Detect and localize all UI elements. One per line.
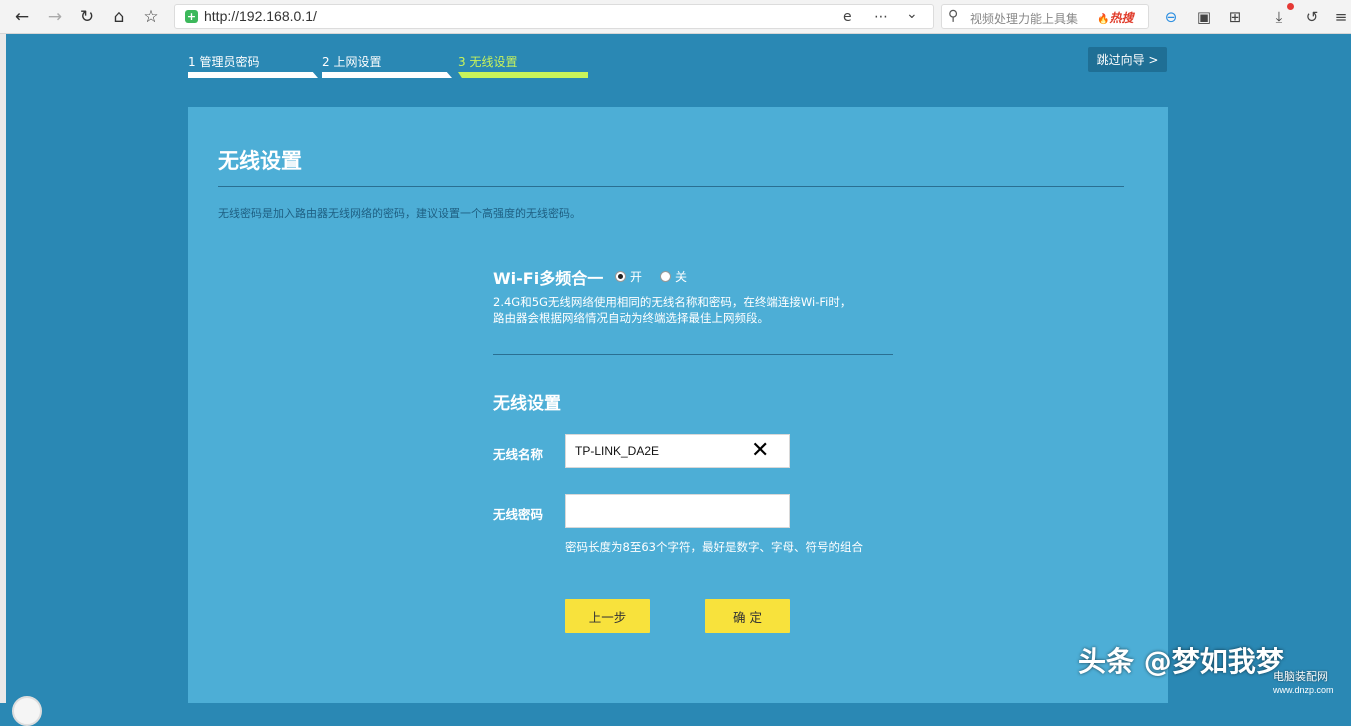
divider (218, 186, 1124, 187)
wireless-name-input[interactable]: TP-LINK_DA2E ✕ (565, 434, 790, 468)
confirm-button[interactable]: 确 定 (705, 599, 790, 633)
watermark-text: 头条 @梦如我梦 (1078, 645, 1284, 678)
clear-icon[interactable]: ✕ (751, 439, 769, 463)
extension-icon[interactable]: ⊖ (1161, 7, 1181, 27)
wifi-merge-title: Wi-Fi多频合一 (493, 269, 604, 288)
search-icon: ⚲ (948, 8, 959, 24)
page-description: 无线密码是加入路由器无线网络的密码，建议设置一个高强度的无线密码。 (218, 207, 581, 220)
wireless-name-label: 无线名称 (493, 447, 544, 462)
step-progress-bar (188, 72, 318, 78)
browser-toolbar: ← → ↻ ⌂ ☆ + http://192.168.0.1/ e ⋯ ⌄ ⚲ … (0, 0, 1351, 34)
floating-circle-button[interactable] (12, 696, 42, 726)
chevron-down-icon[interactable]: ⌄ (906, 6, 918, 22)
wireless-password-input[interactable] (565, 494, 790, 528)
watermark-site-url: www.dnzp.com (1273, 685, 1334, 695)
home-icon[interactable]: ⌂ (109, 7, 129, 27)
wireless-section-title: 无线设置 (493, 394, 561, 414)
menu-icon[interactable]: ≡ (1331, 7, 1351, 27)
wifi-merge-off-radio[interactable]: 关 (660, 268, 687, 285)
apps-icon[interactable]: ⊞ (1225, 7, 1245, 27)
fire-icon: 🔥 (1097, 14, 1110, 25)
settings-panel: 无线设置 无线密码是加入路由器无线网络的密码，建议设置一个高强度的无线密码。 W… (188, 107, 1168, 703)
page-title: 无线设置 (218, 149, 302, 173)
step-admin-password: 1 管理员密码 (188, 53, 321, 79)
hot-search-text: 热搜 (1109, 11, 1134, 25)
previous-step-button[interactable]: 上一步 (565, 599, 650, 633)
favorite-icon[interactable]: ☆ (141, 7, 161, 27)
radio-label-on: 开 (630, 270, 643, 284)
step-label: 1 管理员密码 (188, 55, 260, 69)
back-icon[interactable]: ← (12, 7, 32, 27)
wireless-name-value[interactable]: TP-LINK_DA2E (575, 444, 659, 458)
radio-label-off: 关 (675, 270, 688, 284)
divider (493, 354, 893, 355)
step-progress-bar (458, 72, 588, 78)
notification-dot (1287, 3, 1294, 10)
reader-icon[interactable]: ▣ (1194, 7, 1214, 27)
forward-icon[interactable]: → (45, 7, 65, 27)
wifi-merge-desc-line1: 2.4G和5G无线网络使用相同的无线名称和密码，在终端连接Wi-Fi时， (493, 295, 852, 309)
hot-search-label[interactable]: 🔥热搜 (1097, 9, 1133, 26)
radio-checked-icon[interactable] (615, 271, 626, 282)
step-internet-settings: 2 上网设置 (322, 53, 455, 79)
wifi-merge-desc-line2: 路由器会根据网络情况自动为终端选择最佳上网频段。 (493, 311, 769, 325)
more-icon[interactable]: ⋯ (874, 9, 888, 25)
step-label: 2 上网设置 (322, 55, 382, 69)
wifi-merge-description: 2.4G和5G无线网络使用相同的无线名称和密码，在终端连接Wi-Fi时， 路由器… (493, 294, 851, 326)
search-box[interactable]: ⚲ 视频处理力能上具集 🔥热搜 (941, 4, 1149, 29)
download-icon[interactable]: ⤓ (1269, 7, 1289, 27)
watermark-site-name: 电脑装配网 (1273, 670, 1328, 683)
search-input[interactable]: 视频处理力能上具集 (970, 10, 1078, 27)
wifi-merge-on-radio[interactable]: 开 (615, 268, 642, 285)
secure-shield-icon: + (185, 10, 198, 23)
step-progress-bar (322, 72, 452, 78)
reload-icon[interactable]: ↻ (77, 7, 97, 27)
skip-wizard-button[interactable]: 跳过向导 > (1088, 47, 1167, 72)
undo-icon[interactable]: ↺ (1302, 7, 1322, 27)
left-scroll-edge (0, 34, 6, 703)
step-wireless-settings: 3 无线设置 (458, 53, 591, 79)
address-text[interactable]: http://192.168.0.1/ (204, 8, 317, 24)
compat-mode-icon[interactable]: e (843, 9, 852, 25)
address-bar[interactable]: + http://192.168.0.1/ e ⋯ ⌄ (174, 4, 934, 29)
radio-unchecked-icon[interactable] (660, 271, 671, 282)
wireless-password-label: 无线密码 (493, 507, 544, 522)
password-hint: 密码长度为8至63个字符，最好是数字、字母、符号的组合 (565, 540, 863, 554)
step-label: 3 无线设置 (458, 55, 518, 69)
